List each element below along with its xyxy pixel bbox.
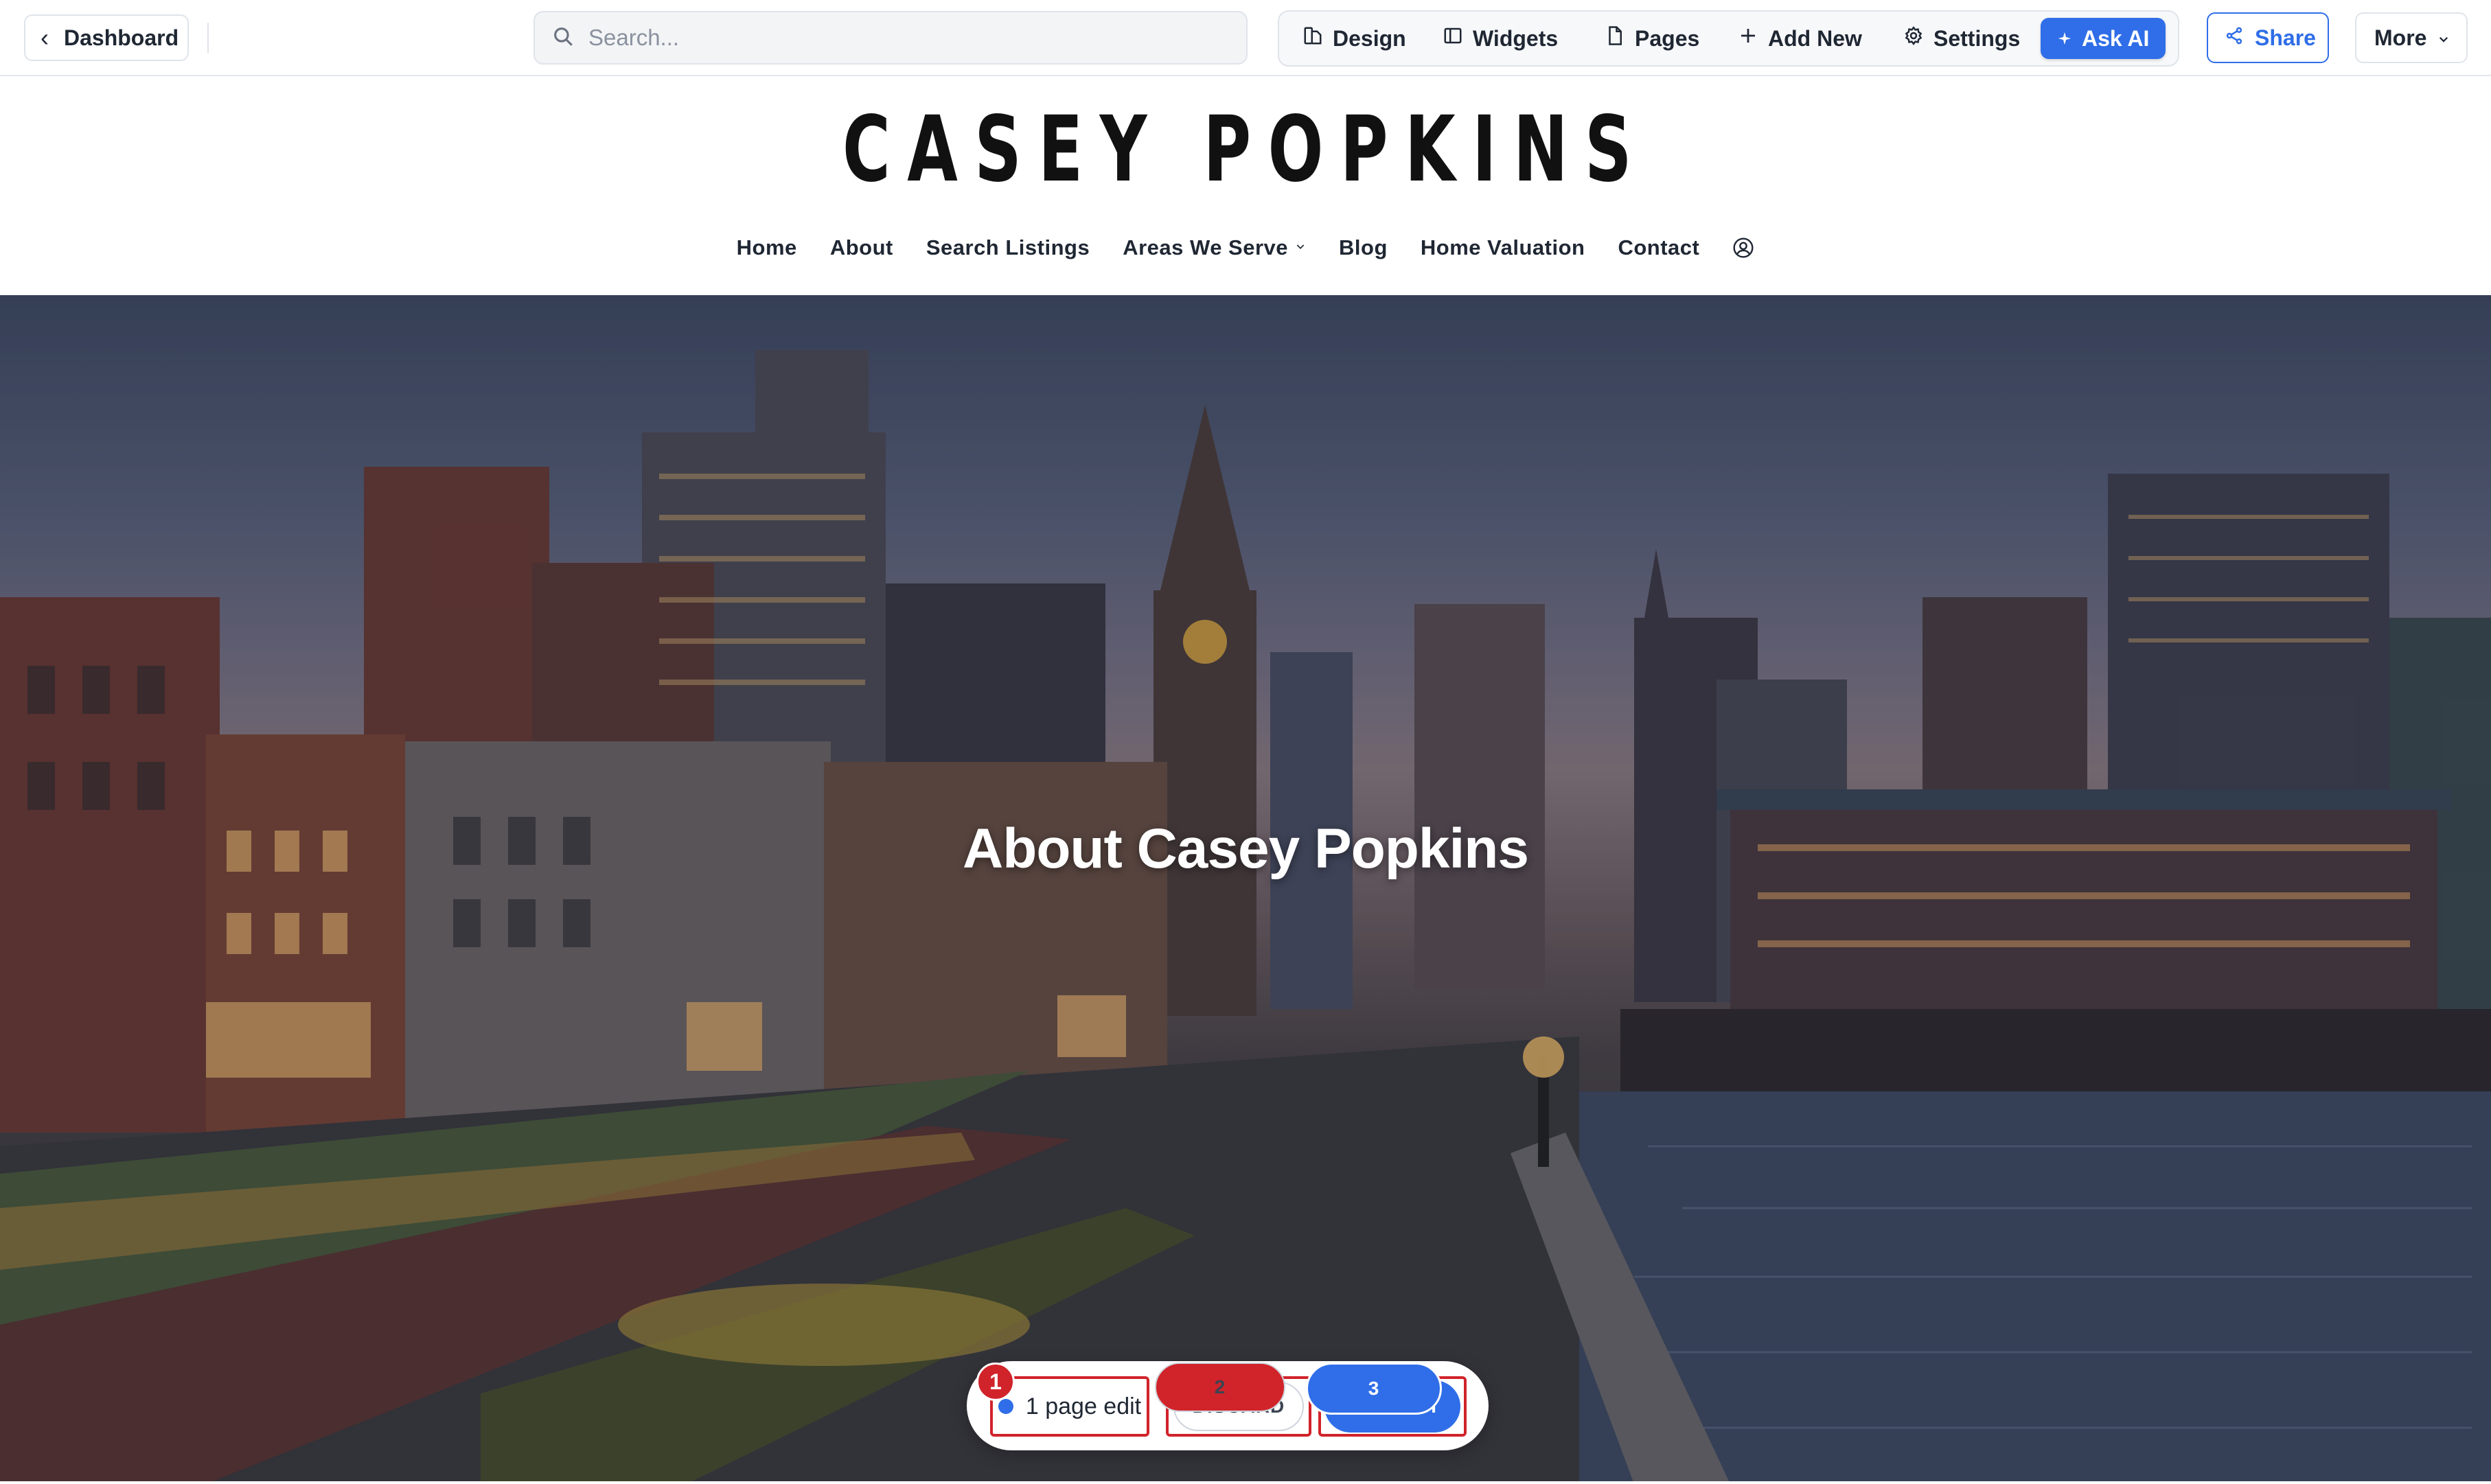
add-new-button[interactable]: Add New <box>1730 18 1870 59</box>
sparkle-icon <box>2057 26 2072 51</box>
page-edits-label: 1 page edit <box>1025 1393 1142 1419</box>
nav-item-search-listings[interactable]: Search Listings <box>926 235 1090 260</box>
dashboard-label: Dashboard <box>64 25 179 50</box>
share-label: Share <box>2255 25 2316 50</box>
user-account-icon[interactable] <box>1732 237 1754 259</box>
annotation-badge-3: 3 <box>1306 1363 1442 1415</box>
nav-item-contact[interactable]: Contact <box>1618 235 1699 260</box>
pages-button[interactable]: Pages <box>1596 18 1708 59</box>
nav-item-home-valuation[interactable]: Home Valuation <box>1421 235 1585 260</box>
editor-tools-group: Design Widgets Pages Add New Settings As… <box>1278 10 2179 67</box>
hero-overlay <box>0 295 2491 1484</box>
widgets-icon <box>1443 25 1463 51</box>
plus-icon <box>1738 25 1758 51</box>
more-menu-button[interactable]: More <box>2355 12 2468 63</box>
search-input[interactable] <box>588 25 1206 51</box>
nav-item-about[interactable]: About <box>830 235 893 260</box>
design-icon <box>1302 25 1323 51</box>
share-icon <box>2225 25 2244 51</box>
share-button[interactable]: Share <box>2207 12 2329 63</box>
page-edits-indicator[interactable]: 1 1 page edit <box>976 1363 1149 1437</box>
hero-title[interactable]: About Casey Popkins <box>0 817 2491 881</box>
chevron-down-icon <box>1295 240 1306 256</box>
annotation-badge-1: 1 <box>976 1363 1015 1401</box>
site-header: CASEY POPKINS Home About Search Listings… <box>0 76 2491 295</box>
add-new-label: Add New <box>1768 25 1862 51</box>
search-icon <box>551 25 575 51</box>
pages-label: Pages <box>1635 25 1700 51</box>
page-bottom-edge <box>0 1481 2491 1484</box>
site-nav: Home About Search Listings Areas We Serv… <box>0 235 2491 260</box>
design-label: Design <box>1333 25 1406 51</box>
more-label: More <box>2374 25 2427 50</box>
unsaved-dot-icon <box>998 1399 1013 1414</box>
editor-toolbar: ‹ Dashboard Design Widgets Pages <box>0 0 2491 76</box>
pages-icon <box>1605 25 1625 51</box>
design-button[interactable]: Design <box>1294 18 1414 59</box>
discard-button-frame: 2 DISCARD <box>1155 1363 1311 1437</box>
settings-label: Settings <box>1933 25 2021 51</box>
site-logo-text[interactable]: CASEY POPKINS <box>349 97 2142 202</box>
publish-button-frame: 3 PUBLISH <box>1306 1363 1467 1437</box>
annotation-badge-2: 2 <box>1155 1363 1285 1412</box>
ask-ai-label: Ask AI <box>2082 25 2150 51</box>
nav-item-areas-we-serve[interactable]: Areas We Serve <box>1123 235 1306 260</box>
settings-button[interactable]: Settings <box>1895 18 2028 59</box>
hero-section: About Casey Popkins <box>0 295 2491 1484</box>
widgets-label: Widgets <box>1473 25 1559 51</box>
search-box[interactable] <box>533 11 1248 65</box>
toolbar-divider <box>207 23 209 53</box>
chevron-down-icon <box>2437 25 2450 51</box>
dashboard-button[interactable]: ‹ Dashboard <box>24 14 189 61</box>
nav-item-home[interactable]: Home <box>737 235 797 260</box>
nav-item-blog[interactable]: Blog <box>1339 235 1388 260</box>
gear-icon <box>1903 25 1924 51</box>
nav-item-areas-label: Areas We Serve <box>1123 235 1289 259</box>
widgets-button[interactable]: Widgets <box>1434 18 1566 59</box>
chevron-left-icon: ‹ <box>41 23 49 51</box>
publish-bar: 1 1 page edit 2 DISCARD 3 PUBLISH <box>967 1361 1489 1450</box>
ask-ai-button[interactable]: Ask AI <box>2041 18 2166 59</box>
